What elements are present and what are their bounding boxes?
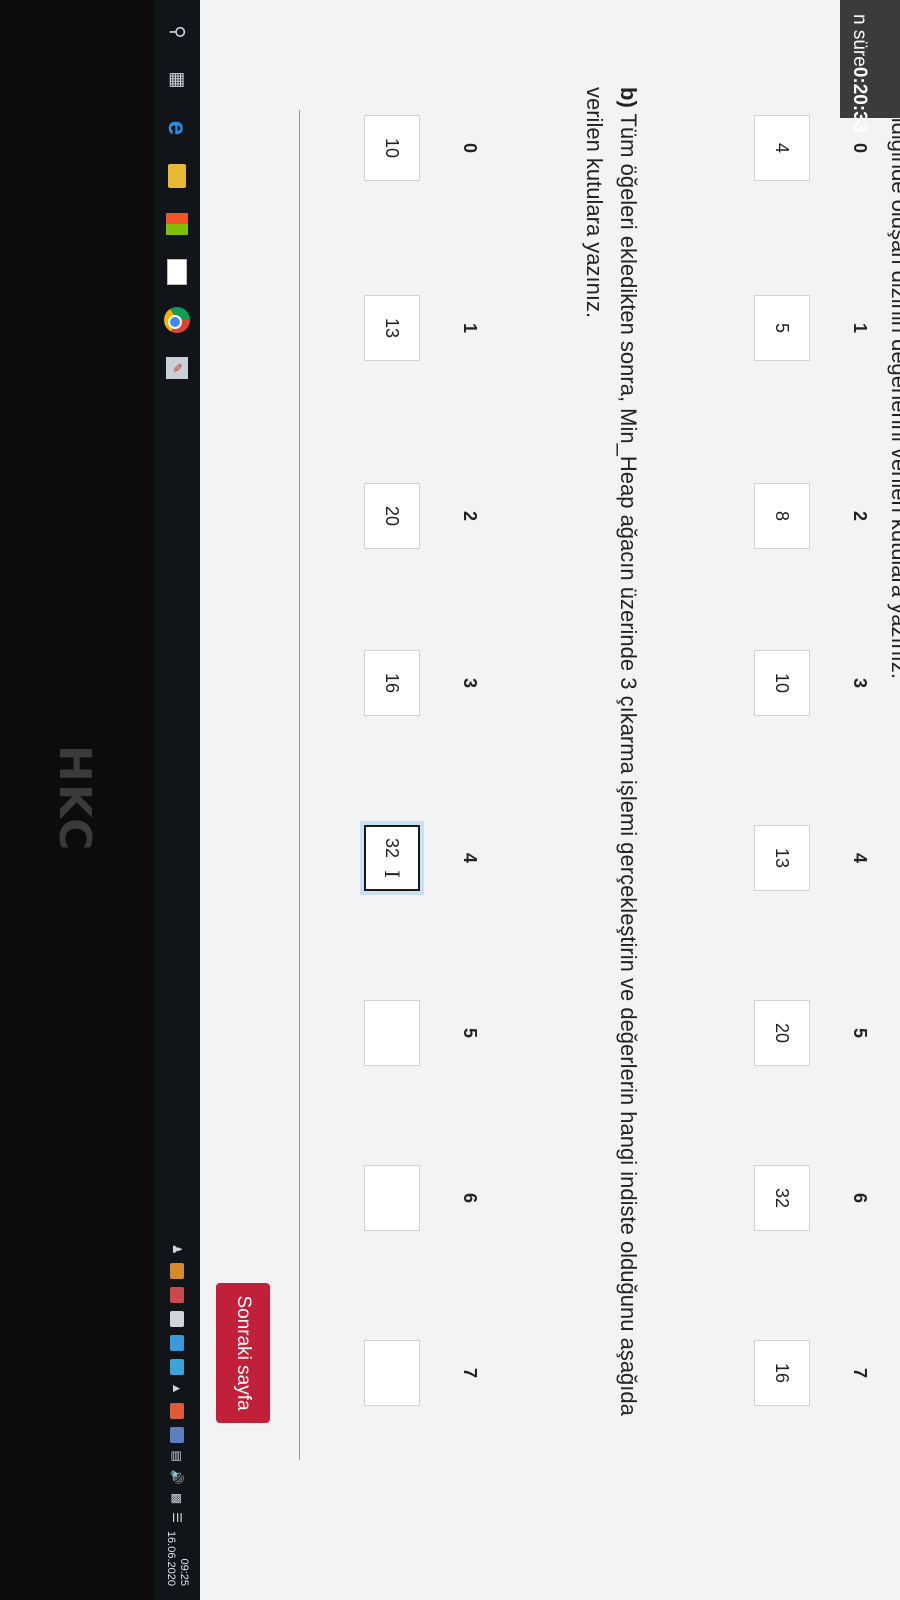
store-icon[interactable] <box>164 210 192 238</box>
value-text: 13 <box>382 317 403 339</box>
brand-logo: HKC <box>49 745 100 853</box>
tray-app-icon[interactable] <box>170 1334 185 1351</box>
value-text: 5 <box>772 322 793 333</box>
index-label: 5 <box>460 1027 480 1039</box>
value-text: 4 <box>772 142 793 153</box>
index-label: 2 <box>460 510 480 522</box>
value-input[interactable]: 8 <box>754 483 810 549</box>
tray-app-icon[interactable] <box>170 1310 185 1327</box>
search-icon[interactable]: ⚲ <box>164 18 192 46</box>
value-text: 32 <box>382 838 403 859</box>
clock[interactable]: 09:25 16.06.2020 <box>165 1531 191 1586</box>
value-input[interactable]: 20 <box>364 483 420 549</box>
index-label: 5 <box>850 1027 870 1039</box>
value-input[interactable]: 32 I <box>364 825 420 891</box>
index-label: 4 <box>850 852 870 864</box>
taskbar: ⚲ ▦ e ✎ ♟ ▲ ▤ 🔊 ▩ ☰ 09:25 16.06.2020 <box>155 0 200 1600</box>
notification-icon[interactable]: ☰ <box>171 1512 185 1523</box>
value-input[interactable]: 5 <box>754 295 810 361</box>
tray-app-icon[interactable] <box>170 1426 185 1443</box>
timer-label: n süre <box>849 14 870 67</box>
index-label: 4 <box>460 852 480 864</box>
clock-date: 16.06.2020 <box>165 1530 178 1586</box>
chrome-icon[interactable] <box>164 306 192 334</box>
quiz-page: eklendiğinde oluşan dizinin değerlerini … <box>200 0 900 1600</box>
value-text: 32 <box>772 1187 793 1209</box>
value-text: 13 <box>772 847 793 869</box>
value-text: 16 <box>382 672 403 694</box>
mail-icon[interactable] <box>164 258 192 286</box>
value-input[interactable]: 13 <box>364 295 420 361</box>
question-b-text: b) Tüm öğeleri ekledikten sonra, Min_Hea… <box>577 87 645 1467</box>
tray-app-icon[interactable] <box>170 1262 185 1279</box>
index-label: 2 <box>850 510 870 522</box>
network-icon[interactable]: ▤ <box>171 1451 185 1462</box>
next-page-button[interactable]: Sonraki sayfa <box>216 1283 270 1423</box>
value-input[interactable] <box>364 1340 420 1406</box>
tray-app-icon[interactable] <box>170 1286 185 1303</box>
array-b-row: 0 10 1 13 2 20 3 16 4 32 I 5 6 7 <box>320 115 480 1600</box>
value-input[interactable]: 16 <box>754 1340 810 1406</box>
edge-icon[interactable]: e <box>163 114 193 142</box>
monitor-bezel: HKC <box>0 0 155 1600</box>
index-label: 6 <box>850 1192 870 1204</box>
value-text: 8 <box>772 510 793 521</box>
question-b-label: b) <box>616 87 641 108</box>
text-cursor-icon: I <box>380 870 404 878</box>
index-label: 0 <box>850 142 870 154</box>
value-text: 20 <box>772 1022 793 1044</box>
value-input[interactable] <box>364 1000 420 1066</box>
chevron-icon[interactable]: ▲ <box>171 1383 185 1395</box>
tray-app-icon[interactable] <box>170 1358 185 1375</box>
file-explorer-icon[interactable] <box>164 162 192 190</box>
index-label: 6 <box>460 1192 480 1204</box>
value-text: 10 <box>772 672 793 694</box>
divider <box>299 110 300 1460</box>
index-label: 0 <box>460 142 480 154</box>
index-label: 1 <box>460 322 480 334</box>
clock-time: 09:25 <box>178 1558 191 1586</box>
index-label: 1 <box>850 322 870 334</box>
question-b-body: Tüm öğeleri ekledikten sonra, Min_Heap a… <box>582 87 641 1416</box>
tray-app-icon[interactable] <box>170 1402 185 1419</box>
value-input[interactable]: 4 <box>754 115 810 181</box>
app-icon[interactable]: ✎ <box>164 354 192 382</box>
value-text: 10 <box>382 137 403 159</box>
value-text: 20 <box>382 505 403 527</box>
value-input[interactable]: 16 <box>364 650 420 716</box>
task-view-icon[interactable]: ▦ <box>164 66 192 94</box>
index-label: 7 <box>850 1367 870 1379</box>
index-label: 3 <box>850 677 870 689</box>
monitor-screen: eklendiğinde oluşan dizinin değerlerini … <box>0 0 900 1600</box>
value-text: 16 <box>772 1362 793 1384</box>
system-tray: ♟ ▲ ▤ 🔊 ▩ ☰ 09:25 16.06.2020 <box>155 1244 200 1586</box>
value-input[interactable]: 10 <box>754 650 810 716</box>
value-input[interactable] <box>364 1165 420 1231</box>
value-input[interactable]: 10 <box>364 115 420 181</box>
array-a-row: 0 4 1 5 2 8 3 10 4 13 5 20 6 32 7 16 <box>710 115 870 1600</box>
language-icon[interactable]: ▩ <box>171 1493 185 1504</box>
index-label: 3 <box>460 677 480 689</box>
value-input[interactable]: 32 <box>754 1165 810 1231</box>
value-input[interactable]: 20 <box>754 1000 810 1066</box>
question-a-text-cutoff: eklendiğinde oluşan dizinin değerlerini … <box>887 70 900 680</box>
index-label: 7 <box>460 1367 480 1379</box>
volume-icon[interactable]: 🔊 <box>171 1470 185 1485</box>
people-icon[interactable]: ♟ <box>171 1244 185 1255</box>
remaining-time-panel: n süre 0:20:33 <box>840 0 900 132</box>
value-input[interactable]: 13 <box>754 825 810 891</box>
